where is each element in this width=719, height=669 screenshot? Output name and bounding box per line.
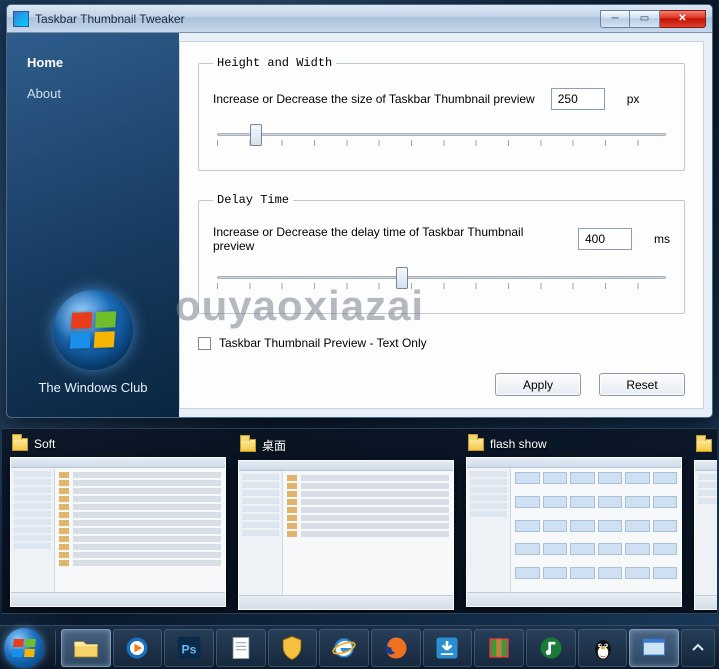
document-icon (227, 634, 255, 662)
photoshop-icon: Ps (175, 634, 203, 662)
size-unit: px (627, 92, 640, 106)
tray-arrow-icon[interactable] (690, 640, 706, 656)
taskbar: Ps (0, 625, 719, 669)
size-slider[interactable] (213, 122, 670, 150)
taskbar-app-archive[interactable] (474, 629, 524, 667)
folder-icon (72, 634, 100, 662)
size-input[interactable] (551, 88, 605, 110)
brand-text: The Windows Club (7, 380, 179, 395)
thumbnail-item[interactable]: flash show (466, 435, 682, 607)
ie-icon (330, 634, 358, 662)
sidebar: Home About The Windows Club (7, 33, 179, 417)
taskbar-app-qq[interactable] (578, 629, 628, 667)
close-button[interactable]: ✕ (660, 10, 706, 28)
thumbnail-item[interactable]: 桌面 (238, 435, 454, 607)
size-slider-ticks (217, 140, 666, 146)
text-only-label: Taskbar Thumbnail Preview - Text Only (219, 336, 427, 350)
main-panel: Height and Width Increase or Decrease th… (179, 41, 704, 409)
group-height-width: Height and Width Increase or Decrease th… (198, 56, 685, 171)
folder-icon (468, 438, 484, 451)
apply-button[interactable]: Apply (495, 373, 581, 396)
group-delay-time: Delay Time Increase or Decrease the dela… (198, 193, 685, 314)
system-tray[interactable] (681, 629, 715, 667)
thumbnail-item[interactable]: Soft (10, 435, 226, 607)
svg-text:Ps: Ps (182, 642, 197, 656)
taskbar-app-music[interactable] (526, 629, 576, 667)
folder-icon (12, 438, 28, 451)
window-title: Taskbar Thumbnail Tweaker (35, 12, 600, 26)
app-icon (13, 11, 29, 27)
delay-slider-thumb[interactable] (396, 267, 408, 289)
taskbar-app-firefox[interactable] (371, 629, 421, 667)
folder-icon (696, 439, 712, 452)
thumbnail-preview[interactable] (238, 460, 454, 610)
minimize-button[interactable]: ─ (600, 10, 630, 28)
sidebar-item-about[interactable]: About (7, 78, 179, 109)
archive-icon (485, 634, 513, 662)
taskbar-app-text-editor[interactable] (216, 629, 266, 667)
thumbnail-preview[interactable] (694, 460, 717, 610)
delay-input[interactable] (578, 228, 632, 250)
thumbnail-item[interactable]: 软件 (694, 435, 717, 607)
group-delay-legend: Delay Time (213, 193, 293, 207)
delay-unit: ms (654, 232, 670, 246)
taskbar-app-preview[interactable] (629, 629, 679, 667)
folder-icon (240, 439, 256, 452)
shield-icon (278, 634, 306, 662)
text-only-checkbox[interactable] (198, 337, 211, 350)
taskbar-app-photoshop[interactable]: Ps (164, 629, 214, 667)
reset-button[interactable]: Reset (599, 373, 685, 396)
taskbar-divider (55, 631, 56, 665)
thumbnail-preview[interactable] (10, 457, 226, 607)
app-window: Taskbar Thumbnail Tweaker ─ ▭ ✕ Home Abo… (6, 4, 713, 418)
delay-slider-ticks (217, 283, 666, 289)
app-preview-icon (640, 634, 668, 662)
firefox-icon (382, 634, 410, 662)
delay-slider[interactable] (213, 265, 670, 293)
size-label: Increase or Decrease the size of Taskbar… (213, 92, 535, 106)
size-slider-track (217, 133, 666, 136)
thumbnail-title: Soft (34, 437, 55, 451)
titlebar[interactable]: Taskbar Thumbnail Tweaker ─ ▭ ✕ (7, 5, 712, 33)
thumbnail-preview[interactable] (466, 457, 682, 607)
size-slider-thumb[interactable] (250, 124, 262, 146)
window-controls: ─ ▭ ✕ (600, 10, 706, 28)
taskbar-app-download-manager[interactable] (423, 629, 473, 667)
group-size-legend: Height and Width (213, 56, 336, 70)
delay-label: Increase or Decrease the delay time of T… (213, 225, 562, 253)
qq-penguin-icon (589, 634, 617, 662)
media-player-icon (123, 634, 151, 662)
thumbnail-title: flash show (490, 437, 547, 451)
thumbnail-title: 桌面 (262, 437, 286, 454)
taskbar-app-media-player[interactable] (113, 629, 163, 667)
sidebar-item-home[interactable]: Home (7, 47, 179, 78)
maximize-button[interactable]: ▭ (630, 10, 660, 28)
download-icon (433, 634, 461, 662)
taskbar-app-browser-ie[interactable] (319, 629, 369, 667)
delay-slider-track (217, 276, 666, 279)
windows-orb-logo (53, 290, 133, 370)
start-button[interactable] (4, 628, 44, 668)
taskbar-app-explorer[interactable] (61, 629, 111, 667)
taskbar-app-antivirus[interactable] (268, 629, 318, 667)
music-icon (537, 634, 565, 662)
taskbar-thumbnail-strip: Soft 桌面 flash show (2, 428, 717, 614)
